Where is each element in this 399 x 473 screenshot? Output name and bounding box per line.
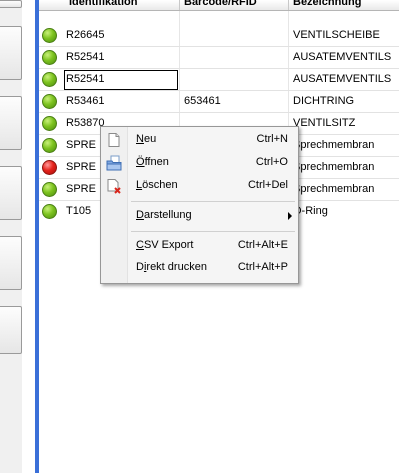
cell-bezeichnung: AUSATEMVENTILS xyxy=(293,73,392,85)
cell-bezeichnung: Sprechmembran xyxy=(293,139,375,151)
table-row[interactable]: R52541 AUSATEMVENTILS xyxy=(39,47,399,69)
new-document-icon xyxy=(108,133,120,147)
status-green-icon xyxy=(42,28,57,43)
cell-bezeichnung: O-Ring xyxy=(293,205,328,217)
menu-item-loeschen[interactable]: Löschen Ctrl+Del xyxy=(101,175,298,197)
open-folder-icon xyxy=(106,155,122,171)
table-row[interactable]: R26645 VENTILSCHEIBE xyxy=(39,25,399,47)
menu-separator xyxy=(131,231,295,232)
status-green-icon xyxy=(42,50,57,65)
shortcut-label: Ctrl+Alt+P xyxy=(237,261,288,273)
cell-identifikation: R26645 xyxy=(66,29,105,41)
status-green-icon xyxy=(42,138,57,153)
shortcut-label: Ctrl+N xyxy=(256,133,288,145)
left-toolbar xyxy=(0,0,22,473)
sidebar-button-5[interactable] xyxy=(0,236,22,290)
delete-document-icon xyxy=(107,179,121,194)
shortcut-label: Ctrl+Alt+E xyxy=(237,239,288,251)
shortcut-label: Ctrl+O xyxy=(255,156,288,168)
sidebar-button-3[interactable] xyxy=(0,96,22,150)
menu-item-direkt-drucken[interactable]: Direkt drucken Ctrl+Alt+P xyxy=(101,257,298,279)
menu-separator xyxy=(131,201,295,202)
submenu-arrow-icon xyxy=(288,212,292,220)
cell-bezeichnung: AUSATEMVENTILS xyxy=(293,51,392,63)
sidebar-button-2[interactable] xyxy=(0,26,22,80)
cell-barcode: 653461 xyxy=(184,95,221,107)
sidebar-button-4[interactable] xyxy=(0,166,22,220)
cell-bezeichnung: VENTILSCHEIBE xyxy=(293,29,380,41)
cell-bezeichnung: DICHTRING xyxy=(293,95,355,107)
cell-identifikation: R52541 xyxy=(66,51,105,63)
menu-item-darstellung[interactable]: Darstellung xyxy=(101,205,298,227)
cell-bezeichnung: Sprechmembran xyxy=(293,161,375,173)
sidebar-button-6[interactable] xyxy=(0,306,22,354)
cell-identifikation: R52541 xyxy=(66,73,105,85)
status-red-icon xyxy=(42,160,57,175)
sidebar-button-1[interactable] xyxy=(0,0,22,8)
menu-item-neu[interactable]: Neu Ctrl+N xyxy=(101,129,298,151)
shortcut-label: Ctrl+Del xyxy=(247,179,288,191)
status-green-icon xyxy=(42,204,57,219)
status-green-icon xyxy=(42,94,57,109)
menu-item-csv-export[interactable]: CSV Export Ctrl+Alt+E xyxy=(101,235,298,257)
table-row[interactable]: R53461 653461 DICHTRING xyxy=(39,91,399,113)
grid-header: Identifikation Barcode/RFID Bezeichnung xyxy=(39,0,399,11)
column-header-barcode[interactable]: Barcode/RFID xyxy=(184,0,257,8)
menu-item-oeffnen[interactable]: Öffnen Ctrl+O xyxy=(101,152,298,174)
table-row-focused[interactable]: R52541 AUSATEMVENTILS xyxy=(39,69,399,91)
cell-identifikation: R53461 xyxy=(66,95,105,107)
cell-bezeichnung: Sprechmembran xyxy=(293,183,375,195)
status-green-icon xyxy=(42,72,57,87)
cell-bezeichnung: VENTILSITZ xyxy=(293,117,356,129)
context-menu: Neu Ctrl+N Öffnen Ctrl+O Löschen Ctrl+De… xyxy=(100,126,299,284)
column-header-bezeichnung[interactable]: Bezeichnung xyxy=(293,0,361,8)
column-header-identifikation[interactable]: Identifikation xyxy=(69,0,137,8)
status-green-icon xyxy=(42,116,57,131)
status-green-icon xyxy=(42,182,57,197)
